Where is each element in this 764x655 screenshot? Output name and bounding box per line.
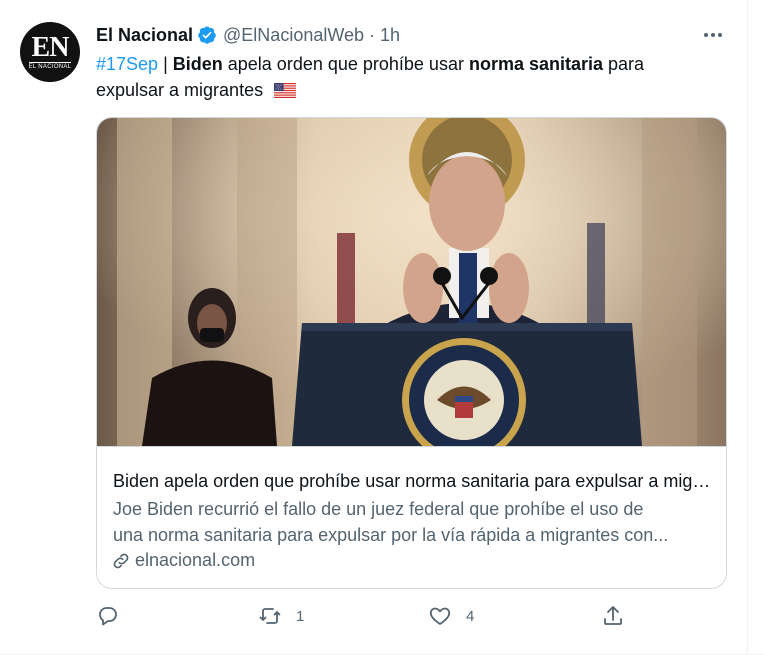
retweet-button[interactable]: 1 [258, 603, 304, 629]
card-description-line: una norma sanitaria para expulsar por la… [113, 525, 669, 545]
more-dot-icon [704, 33, 708, 37]
tweet-time[interactable]: 1h [380, 25, 400, 46]
text-pipe: | [158, 54, 173, 74]
hashtag-link[interactable]: #17Sep [96, 54, 158, 74]
card-image[interactable] [97, 118, 726, 446]
card-domain[interactable]: elnacional.com [111, 550, 255, 571]
author-handle[interactable]: @ElNacionalWeb [223, 25, 364, 46]
text-bold-norma: norma sanitaria [468, 54, 604, 74]
like-button[interactable]: 4 [428, 603, 474, 629]
card-description: Joe Biden recurrió el fallo de un juez f… [113, 496, 713, 548]
reply-button[interactable] [96, 603, 134, 629]
separator-dot: · [369, 24, 376, 45]
more-dot-icon [718, 33, 722, 37]
avatar-subtext: EL NACIONAL [28, 61, 72, 70]
card-domain-text: elnacional.com [135, 550, 256, 570]
share-icon [604, 606, 622, 625]
avatar-monogram: EN [31, 31, 70, 63]
tweet-actions: 1 4 [96, 603, 636, 629]
card-title[interactable]: Biden apela orden que prohíbe usar norma… [113, 471, 713, 492]
text-plain-1: apela orden que prohíbe usar [222, 54, 469, 74]
tweet-header: El Nacional @ElNacionalWeb · 1h [96, 24, 400, 46]
card-separator [97, 446, 726, 447]
share-button[interactable] [601, 603, 625, 629]
author-name[interactable]: El Nacional [96, 25, 193, 46]
retweet-count: 1 [296, 607, 305, 625]
avatar[interactable]: EN EL NACIONAL [20, 22, 80, 82]
more-options-button[interactable] [700, 22, 726, 48]
reply-icon [99, 607, 117, 626]
tweet-text: #17Sep | Biden apela orden que prohíbe u… [96, 51, 716, 103]
heart-icon [429, 607, 451, 625]
retweet-icon [259, 608, 281, 624]
timeline-border [747, 0, 748, 655]
us-flag-icon [274, 83, 297, 98]
tweet[interactable]: EN EL NACIONAL El Nacional @ElNacionalWe… [0, 0, 747, 654]
link-card[interactable]: Biden apela orden que prohíbe usar norma… [96, 117, 727, 589]
text-bold-biden: Biden [172, 54, 223, 74]
card-description-line: Joe Biden recurrió el fallo de un juez f… [113, 499, 644, 519]
link-icon [113, 553, 129, 568]
like-count: 4 [466, 607, 475, 625]
more-dot-icon [711, 33, 715, 37]
verified-badge-icon [198, 26, 216, 44]
